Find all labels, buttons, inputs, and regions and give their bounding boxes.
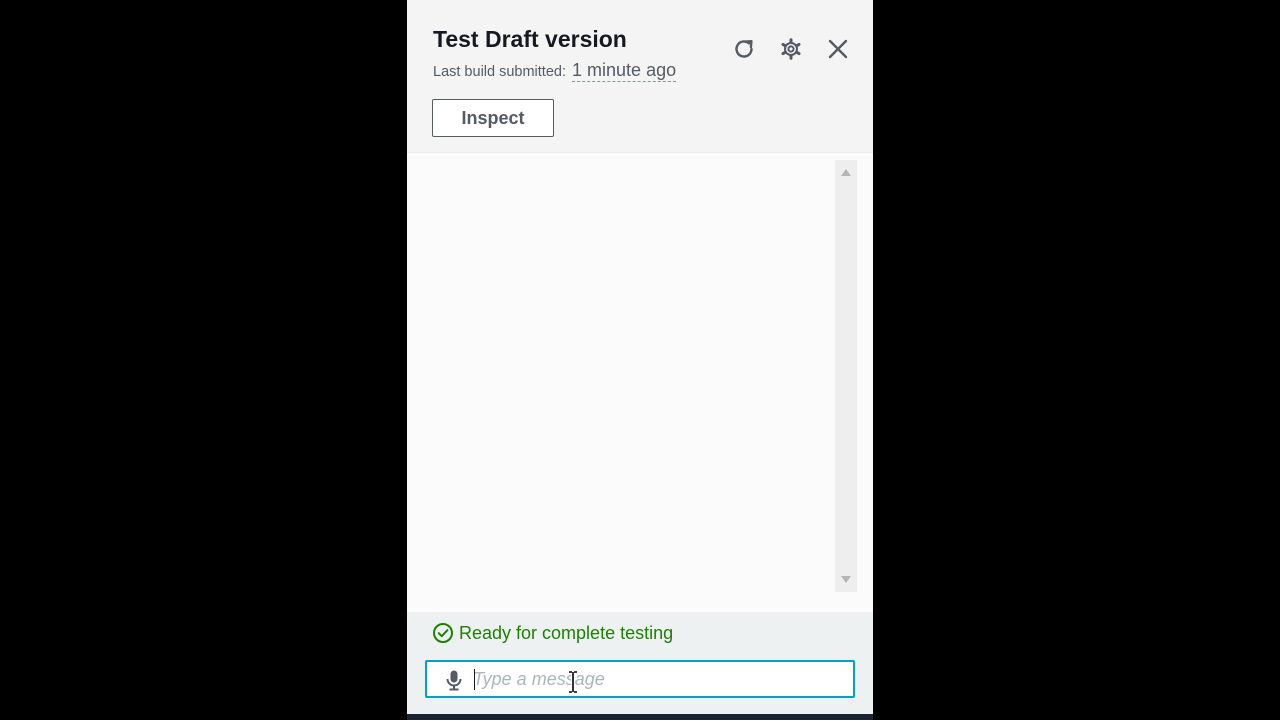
- refresh-icon: [735, 40, 753, 58]
- panel-title: Test Draft version: [433, 26, 627, 52]
- inspect-button[interactable]: Inspect: [432, 99, 554, 137]
- close-button[interactable]: [825, 36, 851, 62]
- text-caret: [474, 669, 475, 690]
- microphone-icon[interactable]: [443, 669, 465, 691]
- text-cursor-icon: [569, 670, 577, 694]
- scroll-up-arrow[interactable]: [841, 169, 851, 176]
- panel-footer: Ready for complete testing: [407, 612, 873, 720]
- panel-header: Test Draft version Last build submitted:…: [407, 0, 873, 153]
- last-build-label: Last build submitted:: [433, 64, 566, 80]
- check-circle-icon: [433, 623, 453, 643]
- status-indicator: Ready for complete testing: [432, 622, 673, 644]
- bottom-strip: [407, 714, 873, 720]
- close-icon: [828, 39, 848, 59]
- refresh-button[interactable]: [731, 36, 757, 62]
- scroll-down-arrow[interactable]: [841, 576, 851, 583]
- last-build-time[interactable]: 1 minute ago: [572, 60, 677, 82]
- message-input-box[interactable]: [425, 660, 855, 698]
- status-text: Ready for complete testing: [459, 622, 674, 643]
- gear-icon: [781, 38, 801, 60]
- conversation-scrollbar[interactable]: [835, 160, 857, 592]
- test-panel: Test Draft version Last build submitted:…: [407, 0, 873, 720]
- message-input[interactable]: [473, 666, 843, 692]
- last-build-info: Last build submitted: 1 minute ago: [433, 60, 677, 82]
- settings-button[interactable]: [778, 36, 804, 62]
- conversation-area: [407, 153, 873, 612]
